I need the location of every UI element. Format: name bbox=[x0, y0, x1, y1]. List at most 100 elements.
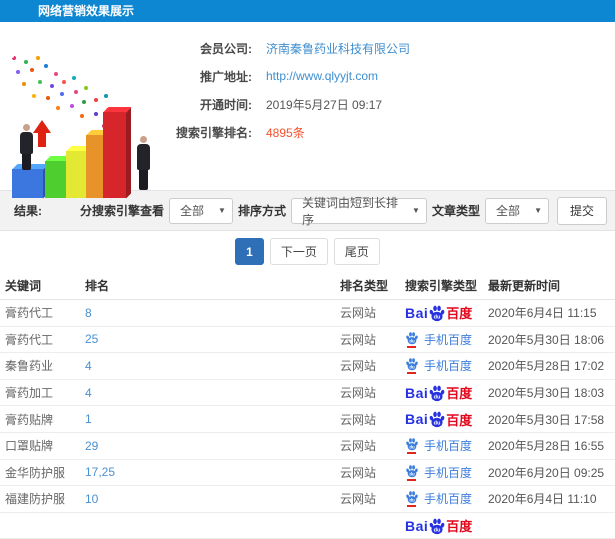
keyword-cell: 膏药加工 bbox=[5, 386, 54, 401]
rank-link[interactable]: 8 bbox=[85, 306, 340, 320]
open-time-label: 开通时间: bbox=[200, 97, 252, 112]
last-page-button[interactable]: 尾页 bbox=[333, 238, 380, 265]
keyword-cell: 膏药代工 bbox=[5, 306, 54, 321]
keyword-rank-table: 关键词 排名 排名类型 搜索引擎类型 最新更新时间 膏药代工 8 云网站 Bai… bbox=[0, 272, 615, 539]
baidu-paw-icon: du bbox=[406, 358, 418, 371]
rank-type-cell: 云网站 bbox=[340, 386, 377, 401]
baidu-paw-icon: du bbox=[429, 305, 445, 321]
rank-type-cell: 云网站 bbox=[340, 412, 377, 427]
mobile-baidu-logo: du 手机百度 bbox=[405, 490, 472, 508]
chevron-down-icon: ▼ bbox=[534, 206, 542, 215]
keyword-cell: 金华防护服 bbox=[5, 465, 66, 480]
mobile-baidu-logo: du 手机百度 bbox=[405, 437, 472, 455]
info-row-company: 会员公司: 济南秦鲁药业科技有限公司 bbox=[166, 34, 410, 62]
updated-cell: 2020年5月30日 17:58 bbox=[488, 412, 605, 427]
chart-bar bbox=[12, 164, 48, 198]
figure-head bbox=[23, 124, 30, 131]
svg-text:du: du bbox=[434, 394, 441, 400]
company-label: 会员公司: bbox=[200, 41, 252, 56]
svg-text:du: du bbox=[434, 527, 441, 533]
header-keyword: 关键词 bbox=[5, 279, 42, 293]
mobile-baidu-logo: du 手机百度 bbox=[405, 357, 472, 375]
keyword-cell: 秦鲁药业 bbox=[5, 359, 54, 374]
mobile-baidu-icon: du bbox=[405, 331, 419, 348]
promo-url-link[interactable]: http://www.qlyyjt.com bbox=[266, 69, 378, 83]
table-row: 金华防护服 17,25 云网站 du 手机百度 2020年6月20日 09:25 bbox=[0, 459, 615, 487]
svg-text:du: du bbox=[409, 445, 415, 450]
rank-link[interactable]: 1 bbox=[85, 412, 340, 426]
baidu-paw-icon: du bbox=[429, 411, 445, 428]
businessman-figure-right bbox=[137, 136, 150, 190]
window-title-bar: 网络营销效果展示 bbox=[0, 0, 615, 22]
header-rank: 排名 bbox=[85, 279, 110, 293]
chevron-down-icon: ▼ bbox=[412, 206, 420, 215]
engine-logo-cell: Bai du 百度 bbox=[405, 383, 488, 402]
updated-cell: 2020年6月4日 11:15 bbox=[488, 306, 597, 321]
table-row-partial: Bai du 百度 bbox=[0, 512, 615, 539]
baidu-paw-icon: du bbox=[406, 491, 418, 504]
engine-logo-cell: du 手机百度 bbox=[405, 464, 488, 481]
svg-text:du: du bbox=[434, 314, 441, 320]
pagination: 1 下一页 尾页 bbox=[0, 231, 615, 272]
keyword-cell: 膏药代工 bbox=[5, 332, 54, 347]
result-label: 结果: bbox=[14, 204, 42, 218]
article-type-select[interactable]: 全部 ▼ bbox=[484, 197, 549, 224]
rank-link[interactable]: 29 bbox=[85, 439, 340, 453]
svg-text:du: du bbox=[409, 498, 415, 503]
engine-logo-cell: du 手机百度 bbox=[405, 357, 488, 375]
svg-text:du: du bbox=[409, 365, 415, 370]
rank-type-cell: 云网站 bbox=[340, 439, 377, 454]
rank-link[interactable]: 25 bbox=[85, 332, 340, 346]
baidu-logo: Bai du 百度 bbox=[405, 304, 473, 322]
figure-head bbox=[140, 136, 147, 143]
mobile-baidu-icon: du bbox=[405, 437, 419, 455]
chart-bar bbox=[103, 107, 131, 198]
company-link[interactable]: 济南秦鲁药业科技有限公司 bbox=[266, 40, 410, 57]
rank-type-cell: 云网站 bbox=[340, 492, 377, 507]
open-time-value: 2019年5月27日 09:17 bbox=[266, 97, 383, 112]
updated-cell: 2020年5月30日 18:06 bbox=[488, 332, 605, 347]
engine-filter-select[interactable]: 全部 ▼ bbox=[168, 197, 233, 224]
svg-text:du: du bbox=[434, 421, 441, 427]
header-rank-type: 排名类型 bbox=[340, 279, 389, 293]
keyword-cell: 口罩贴牌 bbox=[5, 439, 54, 454]
baidu-paw-icon: du bbox=[406, 465, 418, 478]
mobile-baidu-icon: du bbox=[405, 357, 419, 375]
updated-cell: 2020年5月28日 17:02 bbox=[488, 359, 605, 374]
sort-select[interactable]: 关键词由短到长排序 ▼ bbox=[290, 196, 427, 227]
rank-type-cell: 云网站 bbox=[340, 306, 377, 321]
table-row: 口罩贴牌 29 云网站 du 手机百度 2020年5月28日 16:55 bbox=[0, 432, 615, 460]
mobile-baidu-logo: du 手机百度 bbox=[405, 464, 472, 481]
next-page-button[interactable]: 下一页 bbox=[269, 238, 328, 265]
figure-body bbox=[20, 132, 33, 154]
keyword-cell: 膏药贴牌 bbox=[5, 412, 54, 427]
sort-label: 排序方式 bbox=[237, 204, 286, 218]
baidu-paw-icon: du bbox=[429, 385, 445, 401]
engine-logo-cell: Bai du 百度 bbox=[405, 516, 488, 535]
rank-type-cell: 云网站 bbox=[340, 465, 377, 480]
bar-chart-illustration bbox=[0, 48, 175, 203]
rank-link[interactable]: 10 bbox=[85, 492, 340, 506]
figure-body bbox=[137, 144, 150, 170]
member-info-list: 会员公司: 济南秦鲁药业科技有限公司 推广地址: http://www.qlyy… bbox=[166, 34, 410, 146]
info-row-rank-count: 搜索引擎排名: 4895条 bbox=[166, 118, 410, 146]
chevron-down-icon: ▼ bbox=[218, 206, 226, 215]
submit-button[interactable]: 提交 bbox=[556, 196, 607, 225]
svg-text:du: du bbox=[409, 338, 415, 343]
sort-value: 关键词由短到长排序 bbox=[301, 195, 398, 227]
updated-cell: 2020年6月4日 11:10 bbox=[488, 492, 597, 507]
rank-link[interactable]: 4 bbox=[85, 359, 340, 373]
baidu-paw-icon: du bbox=[406, 332, 418, 345]
updated-cell: 2020年6月20日 09:25 bbox=[488, 465, 605, 480]
rank-link[interactable]: 4 bbox=[85, 386, 340, 400]
rank-link[interactable]: 17,25 bbox=[85, 465, 340, 479]
table-header-row: 关键词 排名 排名类型 搜索引擎类型 最新更新时间 bbox=[0, 272, 615, 300]
engine-logo-cell: Bai du 百度 bbox=[405, 410, 488, 429]
table-row: 膏药代工 25 云网站 du 手机百度 2020年5月30日 18:06 bbox=[0, 326, 615, 354]
page-button-current[interactable]: 1 bbox=[235, 238, 264, 265]
updated-cell: 2020年5月30日 18:03 bbox=[488, 386, 605, 401]
updated-cell: 2020年5月28日 16:55 bbox=[488, 439, 605, 454]
engine-filter-value: 全部 bbox=[179, 204, 204, 218]
rank-count-label: 搜索引擎排名: bbox=[176, 125, 252, 140]
table-row: 膏药加工 4 云网站 Bai du 百度 2020年5月30日 18:03 bbox=[0, 379, 615, 407]
